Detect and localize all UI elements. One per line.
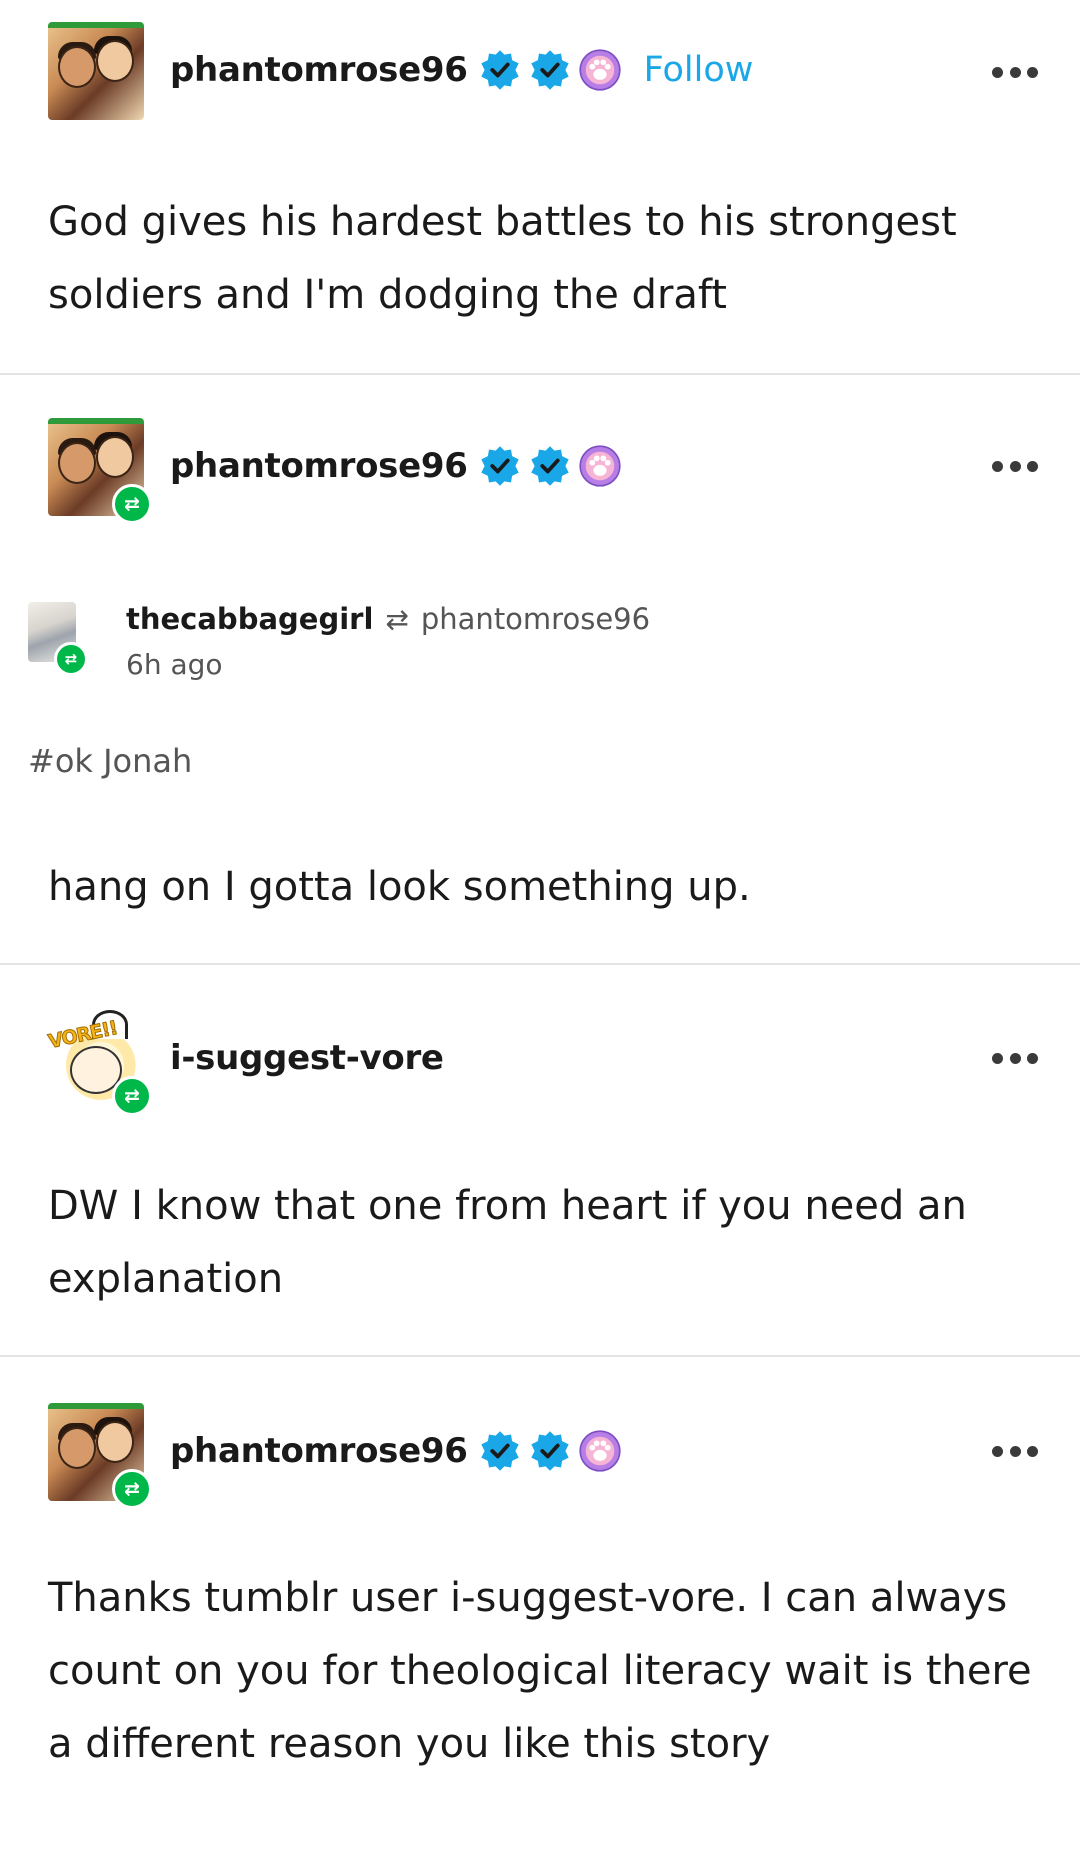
reblog-icon: ⇄ [54, 642, 88, 676]
avatar-text: VORE!! [46, 1017, 120, 1054]
more-options-icon[interactable] [992, 1444, 1038, 1458]
badges [478, 48, 622, 92]
trail-info: thecabbagegirl ⇄ phantomrose96 6h ago [126, 602, 650, 681]
post-text: Thanks tumblr user i-suggest-vore. I can… [48, 1575, 1032, 1767]
badges [478, 444, 622, 488]
username[interactable]: phantomrose96 [170, 1431, 468, 1471]
follow-button[interactable]: Follow [644, 50, 754, 90]
paw-badge-icon[interactable] [578, 1429, 622, 1473]
post-tag[interactable]: #ok Jonah [28, 742, 192, 780]
verified-badge-icon[interactable] [478, 444, 522, 488]
verified-badge-icon[interactable] [478, 1429, 522, 1473]
reblog-icon: ⇄ [112, 1076, 152, 1116]
reblog-trail: ⇄ thecabbagegirl ⇄ phantomrose96 6h ago [28, 602, 650, 681]
divider [0, 1355, 1080, 1357]
more-options-icon[interactable] [992, 459, 1038, 473]
divider [0, 373, 1080, 375]
trail-timestamp: 6h ago [126, 648, 223, 681]
username[interactable]: phantomrose96 [170, 446, 468, 486]
avatar[interactable]: VORE!! ⇄ [46, 1010, 152, 1116]
reblog-icon: ⇄ [112, 1469, 152, 1509]
avatar[interactable]: ⇄ [48, 1403, 152, 1509]
post-header: phantomrose96 Follow [48, 22, 754, 120]
paw-badge-icon[interactable] [578, 48, 622, 92]
post-text: DW I know that one from heart if you nee… [48, 1183, 967, 1302]
trail-avatar[interactable]: ⇄ [28, 602, 88, 676]
verified-badge-icon[interactable] [478, 48, 522, 92]
post-header: ⇄ phantomrose96 [48, 418, 622, 524]
reblog-icon: ⇄ [112, 484, 152, 524]
verified-badge-icon[interactable] [528, 444, 572, 488]
post-header: ⇄ phantomrose96 [48, 1403, 622, 1509]
more-options-icon[interactable] [992, 65, 1038, 79]
avatar-image [48, 22, 144, 120]
avatar[interactable] [48, 22, 144, 120]
post-text: hang on I gotta look something up. [48, 864, 751, 910]
username[interactable]: i-suggest-vore [170, 1038, 444, 1078]
post-header: VORE!! ⇄ i-suggest-vore [46, 1010, 444, 1116]
post-text: God gives his hardest battles to his str… [48, 199, 957, 318]
more-options-icon[interactable] [992, 1051, 1038, 1065]
trail-line: thecabbagegirl ⇄ phantomrose96 [126, 602, 650, 636]
trail-source-username[interactable]: phantomrose96 [421, 602, 650, 636]
verified-badge-icon[interactable] [528, 48, 572, 92]
verified-badge-icon[interactable] [528, 1429, 572, 1473]
reblog-arrow-icon: ⇄ [385, 602, 409, 636]
paw-badge-icon[interactable] [578, 444, 622, 488]
badges [478, 1429, 622, 1473]
avatar[interactable]: ⇄ [48, 418, 152, 524]
username[interactable]: phantomrose96 [170, 50, 468, 90]
trail-username[interactable]: thecabbagegirl [126, 602, 373, 636]
divider [0, 963, 1080, 965]
